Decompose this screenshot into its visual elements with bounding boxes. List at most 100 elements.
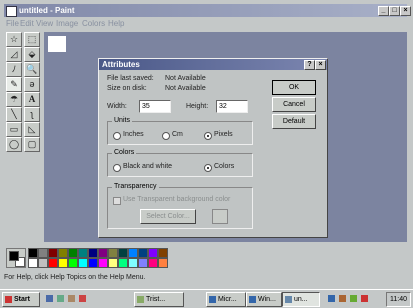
color-swatch[interactable] [128, 258, 138, 268]
polygon-icon[interactable]: ◺ [24, 122, 40, 137]
color-swatch[interactable] [128, 248, 138, 258]
taskbar-item-untitled[interactable]: un... [282, 292, 320, 307]
color-swatch[interactable] [108, 248, 118, 258]
size-on-disk-value: Not Available [165, 85, 206, 92]
explorer-icon[interactable] [46, 294, 53, 302]
eyedropper-icon[interactable]: ﾉ [6, 62, 22, 77]
color-swatch[interactable] [78, 248, 88, 258]
width-field[interactable]: 35 [139, 100, 171, 113]
speaker-icon[interactable] [361, 295, 368, 303]
ellipse-icon[interactable]: ◯ [6, 137, 22, 152]
units-group-title: Units [112, 117, 132, 124]
curve-icon[interactable]: ʅ [24, 107, 40, 122]
color-swatch[interactable] [148, 248, 158, 258]
menu-bar: File Edit View Image Colors Help [4, 18, 407, 29]
color-swatch[interactable] [118, 258, 128, 268]
black-and-white-radio[interactable] [113, 164, 121, 172]
taskbar-item-trist[interactable]: Trist... [134, 292, 184, 307]
magnifier-icon[interactable]: 🔍 [24, 62, 40, 77]
dialog-title: Attributes [102, 60, 140, 69]
color-swatch[interactable] [98, 248, 108, 258]
color-swatch[interactable] [28, 258, 38, 268]
color-swatch[interactable] [158, 258, 168, 268]
tray-icon[interactable] [328, 295, 335, 303]
cancel-button[interactable]: Cancel [272, 97, 316, 112]
menu-help[interactable]: Help [108, 19, 124, 28]
color-swatch[interactable] [148, 258, 158, 268]
menu-image[interactable]: Image [56, 19, 78, 28]
color-swatch[interactable] [38, 248, 48, 258]
menu-colors[interactable]: Colors [82, 19, 105, 28]
color-swatch[interactable] [88, 248, 98, 258]
close-button[interactable]: × [400, 6, 411, 16]
color-swatch[interactable] [88, 258, 98, 268]
eraser-icon[interactable]: ◿ [6, 47, 22, 62]
color-swatch[interactable] [158, 248, 168, 258]
inches-label: Inches [123, 131, 144, 138]
status-bar: For Help, click Help Topics on the Help … [4, 274, 146, 281]
color-swatch[interactable] [38, 258, 48, 268]
color-swatch[interactable] [48, 258, 58, 268]
color-swatch[interactable] [68, 248, 78, 258]
menu-file[interactable]: File [6, 19, 19, 28]
text-icon[interactable]: A [24, 92, 40, 107]
tray-icon[interactable] [350, 295, 357, 303]
color-swatch[interactable] [78, 258, 88, 268]
outlook-icon[interactable] [68, 294, 75, 302]
color-swatch[interactable] [138, 248, 148, 258]
select-color-button[interactable]: Select Color... [140, 209, 196, 224]
color-swatch[interactable] [58, 248, 68, 258]
color-swatch[interactable] [118, 248, 128, 258]
help-icon[interactable]: ? [304, 60, 315, 70]
color-swatch[interactable] [68, 258, 78, 268]
rectangle-icon[interactable]: ▭ [6, 122, 22, 137]
ok-button[interactable]: OK [272, 80, 316, 95]
color-swatch[interactable] [28, 248, 38, 258]
attributes-dialog: Attributes ? × File last saved: Not Avai… [98, 58, 328, 238]
paint-icon [285, 295, 292, 303]
color-swatch[interactable] [98, 258, 108, 268]
cm-label: Cm [172, 131, 183, 138]
quick-launch [44, 292, 128, 305]
maximize-button[interactable]: □ [389, 6, 400, 16]
taskbar-item-win[interactable]: Win... [246, 292, 282, 307]
select-icon[interactable]: ⬚ [24, 32, 40, 47]
colors-radio[interactable] [204, 164, 212, 172]
cm-radio[interactable] [162, 132, 170, 140]
pencil-icon[interactable]: ✎ [6, 77, 22, 92]
height-field[interactable]: 32 [216, 100, 248, 113]
default-button[interactable]: Default [272, 114, 316, 129]
file-last-saved-value: Not Available [165, 75, 206, 82]
free-select-icon[interactable]: ☆ [6, 32, 22, 47]
menu-edit[interactable]: Edit [20, 19, 34, 28]
color-swatch[interactable] [48, 248, 58, 258]
drawing-canvas[interactable] [48, 36, 66, 52]
taskbar-item-micr[interactable]: Micr... [206, 292, 246, 307]
desktop-icon[interactable] [57, 294, 64, 302]
rounded-rect-icon[interactable]: ▢ [24, 137, 40, 152]
channels-icon[interactable] [79, 294, 86, 302]
start-button[interactable]: Start [2, 292, 40, 307]
brush-icon[interactable]: ǝ [24, 77, 40, 92]
window-title: untitled - Paint [19, 6, 75, 15]
taskbar-item-label: Win... [258, 296, 276, 303]
current-colors [6, 248, 26, 268]
airbrush-icon[interactable]: ☂ [6, 92, 22, 107]
title-bar: untitled - Paint _ □ × [4, 4, 411, 17]
color-swatch[interactable] [138, 258, 148, 268]
paint-window: untitled - Paint _ □ × File Edit View Im… [0, 0, 413, 308]
line-icon[interactable]: ╲ [6, 107, 22, 122]
color-swatch[interactable] [58, 258, 68, 268]
inches-radio[interactable] [113, 132, 121, 140]
close-icon[interactable]: × [315, 60, 326, 70]
start-label: Start [14, 296, 30, 303]
menu-view[interactable]: View [36, 19, 53, 28]
color-swatch[interactable] [108, 258, 118, 268]
minimize-button[interactable]: _ [378, 6, 389, 16]
transparency-checkbox[interactable] [113, 197, 121, 205]
tray-icon[interactable] [339, 295, 346, 303]
window-icon [249, 295, 256, 303]
pixels-radio[interactable] [204, 132, 212, 140]
fill-icon[interactable]: ⬙ [24, 47, 40, 62]
transparency-checkbox-label: Use Transparent background color [123, 196, 231, 203]
